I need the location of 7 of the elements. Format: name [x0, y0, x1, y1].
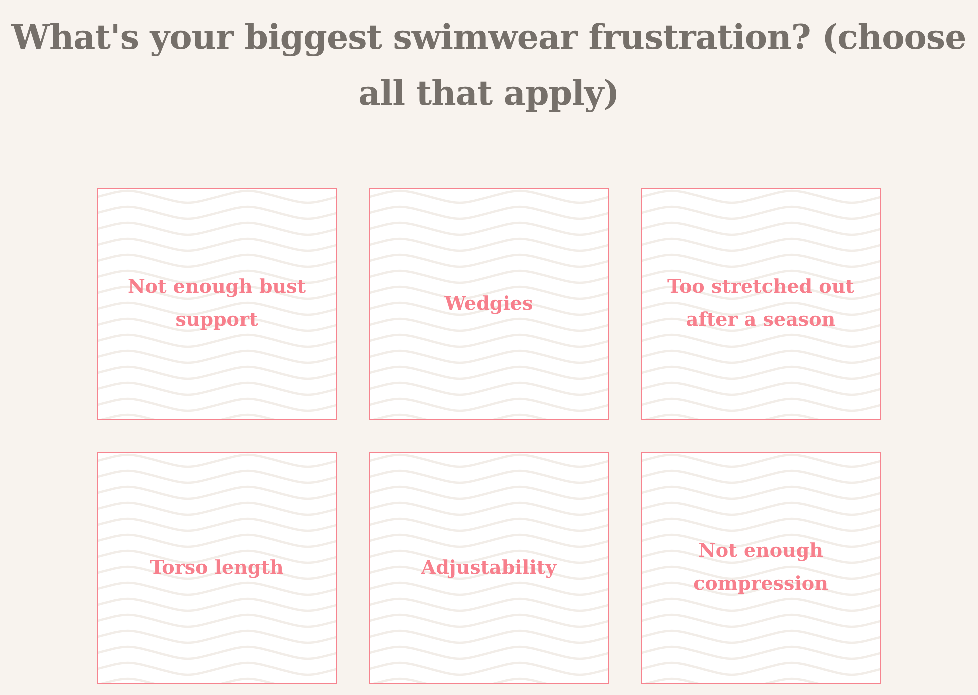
question-title: What's your biggest swimwear frustration? (choose all that apply) — [10, 17, 968, 116]
option-card[interactable]: Adjustability — [369, 452, 609, 684]
option-card[interactable]: Too stretched out after a season — [641, 188, 881, 420]
option-card[interactable]: Torso length — [97, 452, 337, 684]
option-card[interactable]: Not enough compression — [641, 452, 881, 684]
option-card[interactable]: Not enough bust support — [97, 188, 337, 420]
option-card[interactable]: Wedgies — [369, 188, 609, 420]
